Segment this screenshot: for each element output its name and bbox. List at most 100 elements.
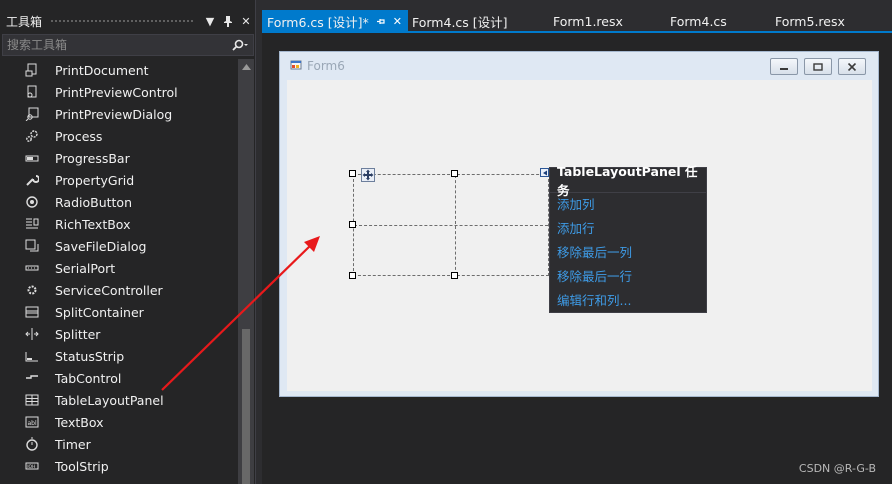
toolbox-drag-grip[interactable] (50, 18, 194, 24)
tab-form4-design[interactable]: Form4.cs [设计] (412, 10, 508, 32)
toolbox-item-label: Splitter (55, 326, 101, 342)
maximize-button[interactable] (804, 58, 832, 75)
tab-label: Form5.resx (775, 13, 845, 29)
form-icon (290, 59, 302, 74)
toolbox-item[interactable]: abl TextBox (0, 411, 238, 433)
tab-label: Form1.resx (553, 13, 623, 29)
toolbox-search-input[interactable] (3, 38, 227, 52)
toolbox-item[interactable]: Splitter (0, 323, 238, 345)
toolbox-item-label: RichTextBox (55, 216, 131, 232)
toolbox-item-label: ToolStrip (55, 458, 109, 474)
tabcontrol-icon (24, 370, 40, 386)
pin-icon[interactable] (376, 17, 386, 26)
timer-icon (24, 436, 40, 452)
print-preview-dialog-icon (24, 106, 40, 122)
form-titlebar[interactable]: Form6 (280, 52, 878, 80)
scrollbar-thumb[interactable] (242, 329, 250, 484)
dropdown-arrow-icon[interactable]: ▼ (202, 13, 218, 29)
toolbox-item-label: TextBox (55, 414, 104, 430)
smart-tag-header: TableLayoutPanel 任务 (557, 164, 698, 198)
toolbox-item[interactable]: PropertyGrid (0, 169, 238, 191)
process-icon (24, 128, 40, 144)
svg-text:abl: abl (28, 420, 37, 427)
smart-tag-panel: TableLayoutPanel 任务 添加列 添加行 移除最后一列 移除最后一… (549, 164, 707, 313)
toolbox-item-label: ServiceController (55, 282, 163, 298)
search-icon[interactable] (227, 39, 253, 51)
resize-handle[interactable] (349, 170, 356, 177)
resize-handle[interactable] (349, 272, 356, 279)
toolbox-item[interactable]: TableLayoutPanel (0, 389, 238, 411)
toolbox-item-label: TabControl (55, 370, 122, 386)
pin-icon[interactable] (220, 13, 236, 29)
tab-label: Form4.cs (670, 13, 727, 29)
toolbox-item[interactable]: PrintDocument (0, 59, 238, 81)
toolbox-item[interactable]: PrintPreviewDialog (0, 103, 238, 125)
toolbox-item-label: Timer (55, 436, 91, 452)
toolstrip-icon: IOH (24, 458, 40, 474)
toolbox-item-label: SaveFileDialog (55, 238, 147, 254)
toolbox-item-label: TableLayoutPanel (55, 392, 164, 408)
toolbox-item-label: PrintPreviewDialog (55, 106, 173, 122)
svg-text:IOH: IOH (27, 464, 35, 470)
toolbox-item[interactable]: IOH ToolStrip (0, 455, 238, 477)
tablelayoutpanel-icon (24, 392, 40, 408)
tab-label: Form4.cs [设计] (412, 14, 508, 30)
toolbox-panel: 工具箱 ▼ ✕ PrintDocument PrintPreviewControl… (0, 0, 256, 484)
tab-form4-cs[interactable]: Form4.cs (670, 10, 727, 32)
smart-tag-glyph-icon[interactable] (540, 168, 549, 177)
toolbox-item[interactable]: Timer (0, 433, 238, 455)
toolbox-search (2, 34, 254, 56)
close-icon[interactable]: ✕ (393, 15, 402, 28)
print-document-icon (24, 62, 40, 78)
minimize-button[interactable] (770, 58, 798, 75)
toolbox-item[interactable]: ProgressBar (0, 147, 238, 169)
tab-form6-design[interactable]: Form6.cs [设计]* ✕ (262, 10, 408, 32)
savefiledialog-icon (24, 238, 40, 254)
statusstrip-icon (24, 348, 40, 364)
toolbox-item-label: PrintPreviewControl (55, 84, 178, 100)
toolbox-item-label: Process (55, 128, 103, 144)
splitter-icon (24, 326, 40, 342)
progressbar-icon (24, 150, 40, 166)
toolbox-item-label: PropertyGrid (55, 172, 135, 188)
tab-form1-resx[interactable]: Form1.resx (553, 10, 623, 32)
watermark: CSDN @R-G-B (798, 462, 876, 475)
toolbox-item[interactable]: ServiceController (0, 279, 238, 301)
toolbox-item[interactable]: SaveFileDialog (0, 235, 238, 257)
resize-handle[interactable] (451, 170, 458, 177)
splitcontainer-icon (24, 304, 40, 320)
toolbox-title: 工具箱 (6, 14, 43, 29)
document-tab-strip: Form6.cs [设计]* ✕ Form4.cs [设计] Form1.res… (262, 10, 892, 32)
toolbox-item[interactable]: TabControl (0, 367, 238, 389)
toolbox-item[interactable]: RadioButton (0, 191, 238, 213)
toolbox-item[interactable]: SerialPort (0, 257, 238, 279)
remove-last-column-link[interactable]: 移除最后一列 (550, 241, 706, 265)
toolbox-item-label: ProgressBar (55, 150, 130, 166)
toolbox-item[interactable]: SplitContainer (0, 301, 238, 323)
row-divider (354, 225, 548, 226)
table-layout-panel[interactable] (353, 174, 549, 276)
move-glyph-icon[interactable] (361, 168, 375, 182)
close-window-button[interactable] (838, 58, 866, 75)
toolbox-item-list: PrintDocument PrintPreviewControl PrintPre… (0, 59, 238, 484)
print-preview-control-icon (24, 84, 40, 100)
toolbox-item[interactable]: RichTextBox (0, 213, 238, 235)
toolbox-item-label: PrintDocument (55, 62, 149, 78)
toolbox-scrollbar[interactable] (238, 59, 254, 484)
tab-label: Form6.cs [设计]* (267, 14, 369, 30)
toolbox-titlebar: 工具箱 ▼ ✕ (0, 10, 256, 32)
toolbox-item[interactable]: StatusStrip (0, 345, 238, 367)
propertygrid-icon (24, 172, 40, 188)
toolbox-item[interactable]: PrintPreviewControl (0, 81, 238, 103)
remove-last-row-link[interactable]: 移除最后一行 (550, 265, 706, 289)
richtextbox-icon (24, 216, 40, 232)
toolbox-item-label: SplitContainer (55, 304, 144, 320)
add-row-link[interactable]: 添加行 (550, 217, 706, 241)
resize-handle[interactable] (349, 221, 356, 228)
resize-handle[interactable] (451, 272, 458, 279)
tab-form5-resx[interactable]: Form5.resx (775, 10, 845, 32)
edit-rows-columns-link[interactable]: 编辑行和列... (550, 289, 706, 313)
close-icon[interactable]: ✕ (238, 13, 254, 29)
toolbox-item[interactable]: Process (0, 125, 238, 147)
scroll-up-arrow-icon[interactable] (238, 59, 254, 75)
